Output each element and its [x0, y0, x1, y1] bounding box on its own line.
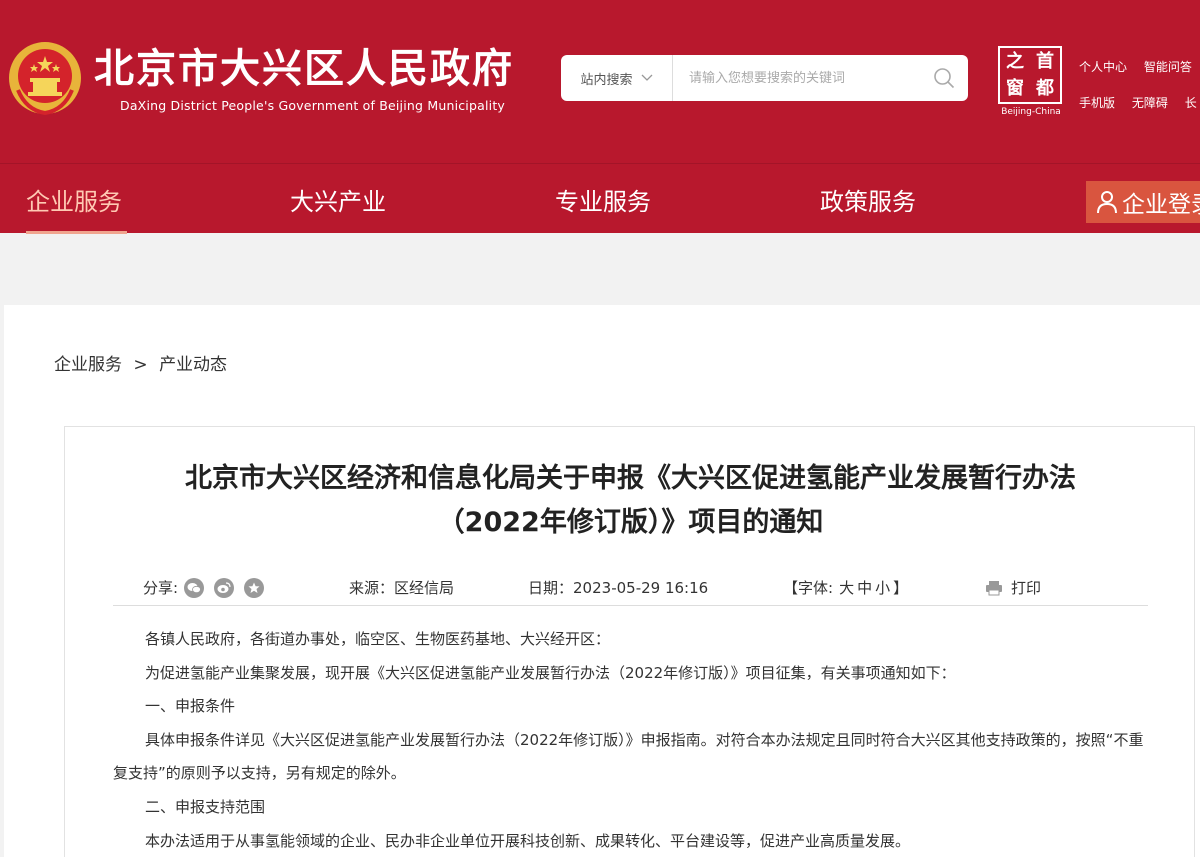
wechat-icon[interactable]: [184, 577, 205, 598]
nav-item-policy-service[interactable]: 政策服务: [820, 182, 916, 217]
nav-active-indicator: [26, 231, 127, 234]
date-label: 日期：: [528, 579, 574, 597]
top-links-row2: 手机版 无障碍 长: [1079, 94, 1200, 111]
share-group: 分享:: [143, 577, 274, 598]
nav-item-enterprise-service[interactable]: 企业服务: [26, 182, 122, 217]
article-paragraph: 二、申报支持范围: [145, 797, 266, 816]
font-size-medium[interactable]: 中: [857, 577, 872, 598]
article-meta: 分享: 来源： 区经信局 日期： 2023-05-29 16:16 【字体: 大…: [143, 577, 1123, 599]
top-link-personal-center[interactable]: 个人中心: [1079, 60, 1127, 74]
share-label: 分享:: [143, 579, 179, 597]
breadcrumb: 企业服务 > 产业动态: [54, 350, 227, 375]
site-subtitle: DaXing District People's Government of B…: [120, 98, 506, 113]
article-paragraph: 一、申报条件: [145, 697, 236, 716]
top-links-row1: 个人中心 智能问答: [1079, 58, 1200, 75]
nav-item-daxing-industry[interactable]: 大兴产业: [290, 182, 386, 217]
article: 北京市大兴区经济和信息化局关于申报《大兴区促进氢能产业发展暂行办法 （2022年…: [64, 426, 1195, 857]
chevron-down-icon: [641, 74, 652, 81]
font-size-large[interactable]: 大: [839, 577, 854, 598]
top-link-smart-qa[interactable]: 智能问答: [1144, 60, 1192, 74]
top-link-accessibility[interactable]: 无障碍: [1132, 96, 1168, 110]
article-paragraph: 各镇人民政府，各街道办事处，临空区、生物医药基地、大兴经开区：: [145, 630, 611, 648]
printer-icon: [986, 580, 1002, 595]
site-header: 北京市大兴区人民政府 DaXing District People's Gove…: [0, 0, 1200, 163]
search-icon: [934, 68, 955, 89]
article-paragraph: 为促进氢能产业集聚发展，现开展《大兴区促进氢能产业发展暂行办法（2022年修订版…: [145, 663, 956, 682]
main-nav: 企业服务 大兴产业 专业服务 政策服务 企业登录: [0, 163, 1200, 234]
capital-char: 首: [1036, 51, 1054, 72]
search-scope-dropdown[interactable]: 站内搜索: [561, 55, 673, 101]
article-body: 各镇人民政府，各街道办事处，临空区、生物医药基地、大兴经开区： 为促进氢能产业集…: [113, 623, 1153, 857]
print-label: 打印: [1011, 579, 1042, 597]
font-size-group: 【字体: 大 中 小 】: [783, 577, 908, 598]
capital-char: 都: [1036, 78, 1054, 99]
capital-logo-box: 之 首 窗 都: [998, 46, 1062, 104]
source-group: 来源： 区经信局: [349, 577, 454, 598]
search-scope-label: 站内搜索: [580, 72, 633, 88]
source-value: 区经信局: [394, 579, 455, 597]
date-group: 日期： 2023-05-29 16:16: [528, 577, 708, 598]
meta-divider: [113, 605, 1148, 606]
top-link-elder[interactable]: 长: [1185, 96, 1197, 110]
national-emblem-icon: [9, 42, 81, 116]
user-icon: [1097, 191, 1117, 214]
font-size-open: 【字体:: [783, 579, 834, 597]
search-box: 站内搜索: [561, 55, 968, 101]
article-title-line1: 北京市大兴区经济和信息化局关于申报《大兴区促进氢能产业发展暂行办法: [185, 463, 1076, 494]
article-title-line2: （2022年修订版）》项目的通知: [437, 507, 824, 538]
date-value: 2023-05-29 16:16: [573, 578, 709, 597]
article-title: 北京市大兴区经济和信息化局关于申报《大兴区促进氢能产业发展暂行办法 （2022年…: [65, 457, 1196, 545]
login-label: 企业登录: [1122, 192, 1200, 218]
weibo-icon[interactable]: [214, 577, 235, 598]
print-button[interactable]: 打印: [985, 577, 1041, 598]
content-panel: 企业服务 > 产业动态 北京市大兴区经济和信息化局关于申报《大兴区促进氢能产业发…: [4, 305, 1200, 857]
breadcrumb-current[interactable]: 产业动态: [159, 355, 227, 375]
font-size-small[interactable]: 小: [875, 577, 890, 598]
source-label: 来源：: [349, 579, 395, 597]
capital-window-logo[interactable]: 之 首 窗 都 Beijing-China: [998, 46, 1064, 120]
search-button[interactable]: [920, 56, 968, 100]
search-input[interactable]: [673, 56, 920, 100]
font-size-close: 】: [893, 579, 909, 597]
top-link-mobile[interactable]: 手机版: [1079, 96, 1115, 110]
breadcrumb-root[interactable]: 企业服务: [54, 355, 122, 375]
capital-logo-label: Beijing-China: [1001, 107, 1061, 117]
capital-char: 之: [1006, 51, 1024, 72]
article-paragraph: 本办法适用于从事氢能领域的企业、民办非企业单位开展科技创新、成果转化、平台建设等…: [145, 831, 911, 850]
article-paragraph: 具体申报条件详见《大兴区促进氢能产业发展暂行办法（2022年修订版）》申报指南。…: [113, 730, 1144, 783]
nav-item-professional-service[interactable]: 专业服务: [555, 182, 651, 217]
site-title: 北京市大兴区人民政府: [94, 46, 514, 92]
capital-char: 窗: [1006, 78, 1024, 99]
enterprise-login-button[interactable]: 企业登录: [1086, 181, 1200, 223]
breadcrumb-separator: >: [133, 355, 148, 375]
favorite-star-icon[interactable]: [244, 577, 265, 598]
